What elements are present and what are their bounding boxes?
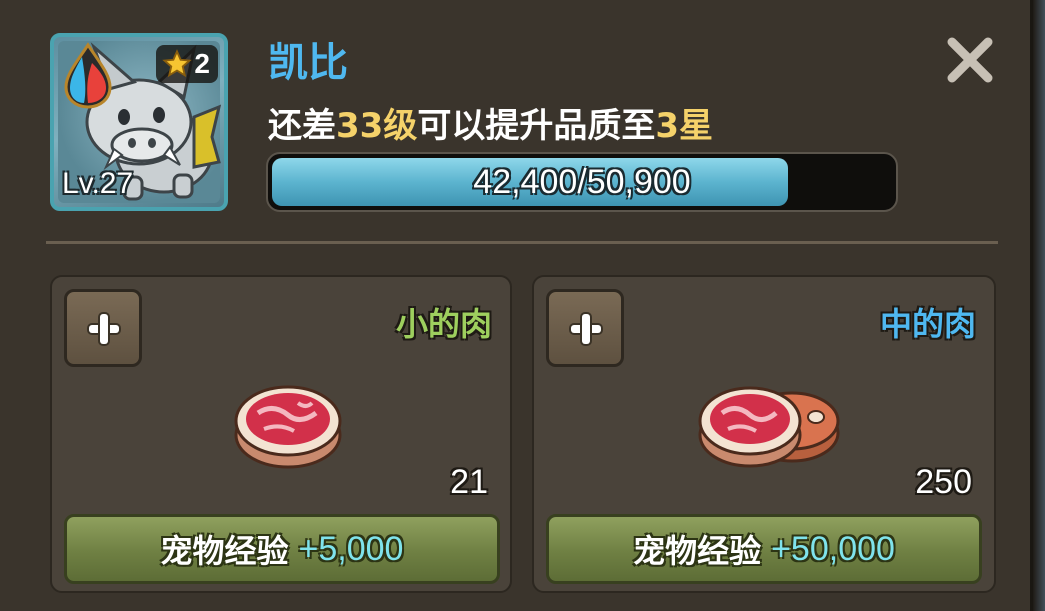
background-edge — [1033, 0, 1045, 611]
exp-value: +5,000 — [298, 529, 404, 568]
upgrade-hint: 还差33级可以提升品质至3星 — [268, 98, 713, 147]
star-count: 2 — [194, 48, 210, 79]
medium-meat-icon — [698, 386, 840, 468]
upgrade-hint-target: 3星 — [655, 106, 713, 146]
pet-level: Lv.27 — [62, 167, 134, 200]
xp-progress-text: 42,400/50,900 — [473, 162, 691, 201]
pet-name: 凯比 — [268, 40, 348, 86]
feed-small-meat-button[interactable]: 宠物经验 +5,000 — [64, 514, 500, 584]
xp-progress-bar: 42,400/50,900 — [266, 152, 898, 212]
feed-medium-meat-button[interactable]: 宠物经验 +50,000 — [546, 514, 982, 584]
upgrade-hint-prefix: 还差 — [268, 106, 336, 146]
plus-icon-vertical — [582, 314, 590, 344]
food-count-small-meat: 21 — [450, 463, 488, 501]
add-small-meat-button[interactable] — [64, 289, 142, 367]
plus-icon-vertical — [100, 314, 108, 344]
food-name-medium-meat: 中的肉 — [879, 305, 976, 343]
close-icon[interactable] — [944, 34, 996, 86]
add-medium-meat-button[interactable] — [546, 289, 624, 367]
pet-portrait[interactable]: 2 Lv.27 — [50, 33, 228, 211]
food-card-medium-meat: 中的肉 250 宠物经验 +50,000 — [532, 275, 996, 593]
pet-upgrade-panel: 2 Lv.27 凯比 还差33级可以提升品质至3星 42,400/50,900 … — [0, 0, 1033, 611]
star-icon — [162, 49, 193, 78]
star-rank-badge: 2 — [156, 45, 218, 83]
section-divider — [46, 241, 998, 244]
food-count-medium-meat: 250 — [915, 463, 972, 501]
exp-value: +50,000 — [771, 529, 895, 568]
water-fire-drop-icon — [64, 42, 112, 109]
food-card-small-meat: 小的肉 21 宠物经验 +5,000 — [50, 275, 512, 593]
small-meat-icon — [234, 385, 342, 469]
upgrade-hint-levels: 33级 — [336, 106, 418, 146]
exp-label: 宠物经验 — [633, 532, 762, 570]
food-name-small-meat: 小的肉 — [395, 305, 492, 343]
upgrade-hint-middle: 可以提升品质至 — [417, 106, 656, 146]
exp-label: 宠物经验 — [160, 532, 289, 570]
